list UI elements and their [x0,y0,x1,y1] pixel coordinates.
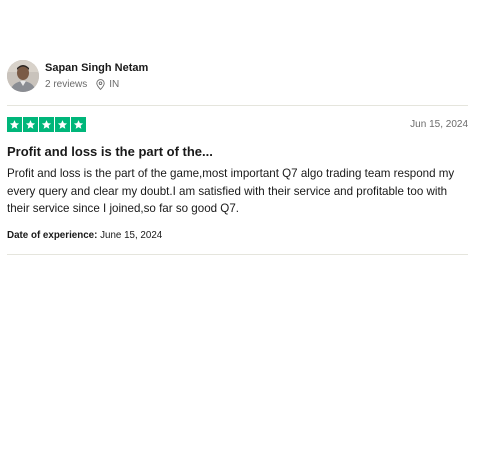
divider [7,105,468,106]
reviewer-name[interactable]: Sapan Singh Netam [45,61,148,75]
reviews-count: 2 reviews [45,79,88,90]
star-icon [23,116,38,132]
star-icon [7,116,22,132]
reviewer-header[interactable]: Sapan Singh Netam 2 reviews IN [7,58,468,94]
review-title[interactable]: Profit and loss is the part of the... [7,144,468,160]
experience-date: June 15, 2024 [100,229,163,241]
review-date: Jun 15, 2024 [410,118,468,130]
location-pin-icon [96,79,105,91]
star-icon [39,116,54,132]
experience-label: Date of experience: [7,229,98,241]
star-icon [55,116,70,132]
review-body: Profit and loss is the part of the game,… [7,167,455,215]
star-rating [7,116,86,132]
reviewer-location: IN [109,79,120,90]
review-card: Sapan Singh Netam 2 reviews IN Jun 15, 2… [7,58,468,255]
star-icon [71,116,86,132]
avatar[interactable] [7,60,39,92]
date-of-experience: Date of experience: June 15, 2024 [7,230,468,241]
divider [7,253,468,255]
